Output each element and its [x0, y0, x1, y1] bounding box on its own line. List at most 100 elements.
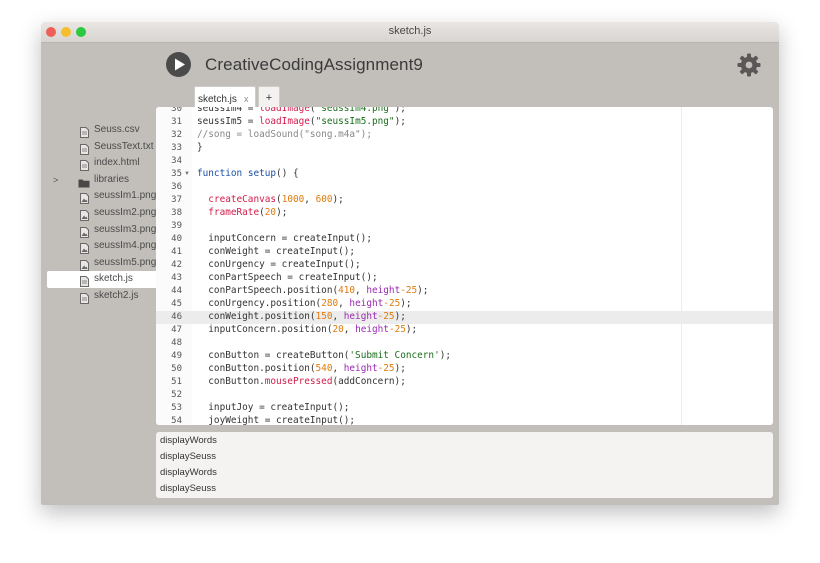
sidebar-item-label: sketch.js: [94, 273, 133, 285]
code-line[interactable]: conPartSpeech.position(410, height-25);: [197, 285, 428, 296]
line-number: 54: [171, 416, 182, 425]
editor-window: sketch.js CreativeCodingAssignment9 Seus…: [41, 22, 779, 505]
line-number: 32: [171, 130, 182, 140]
code-line[interactable]: seussIm4 = loadImage("seussIm4.png");: [197, 107, 406, 114]
line-number: 43: [171, 273, 182, 283]
code-line[interactable]: inputConcern = createInput();: [197, 233, 372, 244]
file-icon: [80, 158, 89, 172]
sidebar-item-label: seussIm4.png: [94, 240, 157, 252]
line-number: 52: [171, 390, 182, 400]
sidebar-item-sketch-js[interactable]: sketch.js: [47, 271, 157, 289]
sidebar-item-seuss-csv[interactable]: Seuss.csv: [47, 122, 157, 139]
folder-icon: [78, 175, 90, 188]
close-tab-icon[interactable]: x: [244, 94, 249, 104]
window-title: sketch.js: [388, 25, 432, 37]
gear-icon: [737, 53, 761, 77]
line-number: 31: [171, 117, 182, 127]
sidebar-item-index-html[interactable]: index.html: [47, 155, 157, 172]
project-title: CreativeCodingAssignment9: [205, 55, 423, 74]
image-file-icon: [80, 241, 89, 255]
plus-icon: +: [265, 92, 273, 104]
file-icon: [80, 125, 89, 138]
code-line[interactable]: createCanvas(1000, 600);: [197, 194, 344, 205]
line-number: 45: [171, 299, 182, 309]
line-number: 36: [171, 182, 182, 192]
code-line[interactable]: conButton = createButton('Submit Concern…: [197, 350, 451, 361]
code-line[interactable]: joyWeight = createInput();: [197, 415, 355, 425]
code-line[interactable]: conUrgency.position(280, height-25);: [197, 298, 411, 309]
line-number: 30: [171, 107, 182, 114]
play-button[interactable]: [166, 52, 191, 77]
add-tab-button[interactable]: +: [258, 86, 280, 109]
console-line: displaySeuss: [160, 451, 216, 462]
code-line[interactable]: seussIm5 = loadImage("seussIm5.png");: [197, 116, 406, 127]
image-file-icon: [80, 225, 89, 238]
sidebar-item-seussim1-png[interactable]: seussIm1.png: [47, 188, 157, 205]
image-file-icon: [80, 258, 89, 271]
code-line[interactable]: frameRate(20);: [197, 207, 287, 218]
line-number: 41: [171, 247, 182, 257]
line-number: 33: [171, 143, 182, 153]
file-icon: [80, 142, 89, 155]
line-number: 44: [171, 286, 182, 296]
sidebar-item-label: sketch2.js: [94, 290, 139, 301]
chevron-right-icon[interactable]: >: [53, 175, 58, 185]
code-editor[interactable]: 30 seussIm4 = loadImage("seussIm4.png"); 3…: [156, 107, 773, 425]
image-file-icon: [80, 191, 89, 205]
code-line[interactable]: conWeight = createInput();: [197, 246, 355, 257]
fold-toggle-icon[interactable]: ▼: [184, 171, 190, 177]
sidebar-item-label: libraries: [94, 173, 130, 185]
code-line[interactable]: conButton.position(540, height-25);: [197, 363, 406, 374]
sidebar-item-libraries[interactable]: > libraries: [47, 172, 157, 189]
tab-sketch-js[interactable]: sketch.js x: [194, 86, 256, 109]
play-icon: [175, 58, 185, 71]
tab-label: sketch.js: [198, 94, 237, 105]
line-number: 38: [171, 208, 182, 218]
code-line[interactable]: inputConcern.position(20, height-25);: [197, 324, 417, 335]
code-line[interactable]: function setup() {: [197, 168, 299, 179]
sidebar-item-sketch2-js[interactable]: sketch2.js: [47, 288, 157, 305]
sidebar-item-seussim5-png[interactable]: seussIm5.png: [47, 255, 157, 272]
line-number: 39: [171, 221, 182, 231]
sidebar-item-label: index.html: [94, 157, 140, 169]
code-line[interactable]: }: [197, 142, 203, 153]
line-number: 51: [171, 377, 182, 387]
settings-button[interactable]: [737, 53, 761, 77]
code-line[interactable]: conWeight.position(150, height-25);: [197, 311, 406, 322]
code-line[interactable]: conButton.mousePressed(addConcern);: [197, 376, 406, 387]
line-number: 42: [171, 260, 182, 270]
code-line[interactable]: conUrgency = createInput();: [197, 259, 360, 270]
sidebar-item-seussim3-png[interactable]: seussIm3.png: [47, 222, 157, 239]
sidebar-item-seussim4-png[interactable]: seussIm4.png: [47, 238, 157, 255]
sidebar-item-label: seussIm1.png: [94, 190, 157, 202]
sidebar-item-label: SeussText.txt: [94, 140, 154, 152]
image-file-icon: [80, 208, 89, 221]
line-number: 37: [171, 195, 182, 205]
console-line: displayWords: [160, 467, 217, 478]
line-number: 34: [171, 156, 182, 166]
sidebar-item-label: seussIm2.png: [94, 207, 157, 218]
code-line[interactable]: inputJoy = createInput();: [197, 402, 349, 413]
file-icon: [80, 274, 89, 288]
sidebar-item-label: seussIm3.png: [94, 223, 157, 235]
console-panel: displayWords displaySeuss displayWords disp…: [156, 432, 773, 498]
line-number: 53: [171, 403, 182, 413]
code-line[interactable]: conPartSpeech = createInput();: [197, 272, 377, 283]
code-line[interactable]: //song = loadSound("song.m4a");: [197, 129, 372, 140]
sidebar-item-label: seussIm5.png: [94, 256, 157, 268]
file-icon: [80, 291, 89, 304]
line-number: 50: [171, 364, 182, 374]
sidebar-item-label: Seuss.csv: [94, 124, 140, 135]
sidebar-item-seusstext-txt[interactable]: SeussText.txt: [47, 139, 157, 156]
line-number: 47: [171, 325, 182, 335]
console-line: displaySeuss: [160, 483, 216, 494]
line-number: 40: [171, 234, 182, 244]
title-bar: sketch.js: [41, 22, 779, 43]
line-number: 46: [171, 312, 182, 322]
line-number: 35: [171, 169, 182, 179]
line-number: 48: [171, 338, 182, 348]
console-line: displayWords: [160, 435, 217, 446]
sidebar-item-seussim2-png[interactable]: seussIm2.png: [47, 205, 157, 222]
line-number: 49: [171, 351, 182, 361]
print-margin: [681, 107, 682, 425]
